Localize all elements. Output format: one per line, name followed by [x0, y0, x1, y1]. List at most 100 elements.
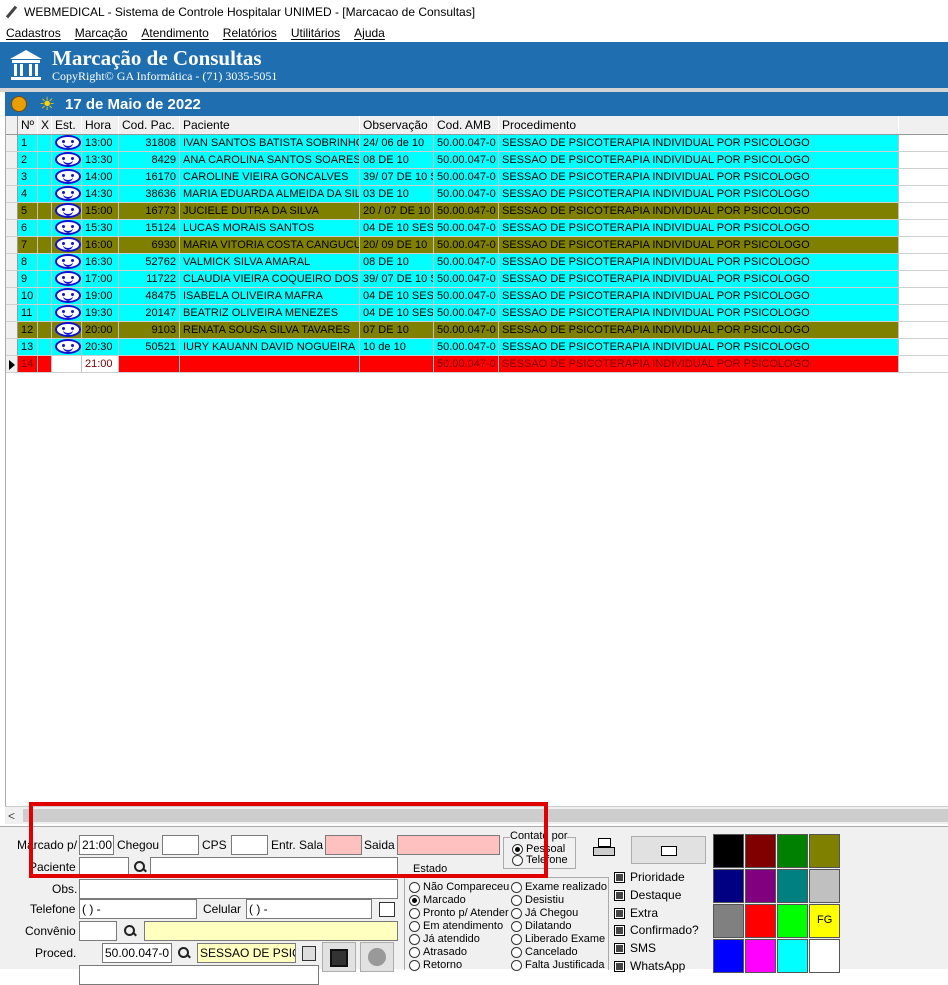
flag-checkbox[interactable]: Extra — [614, 906, 658, 920]
cell-x[interactable] — [38, 271, 52, 287]
cell-x[interactable] — [38, 203, 52, 219]
appointments-grid[interactable]: Nº X Est. Hora Cod. Pac. Paciente Observ… — [5, 116, 948, 806]
saida-input[interactable] — [397, 835, 500, 855]
cell-numero[interactable]: 13 — [18, 339, 38, 355]
color-swatch[interactable] — [777, 939, 808, 973]
convenio-name-input[interactable] — [144, 921, 398, 941]
cell-numero[interactable]: 1 — [18, 135, 38, 151]
estado-radio[interactable]: Marcado — [409, 894, 466, 906]
cell-cod-pac[interactable] — [119, 356, 180, 372]
row-indicator[interactable] — [6, 356, 18, 372]
color-swatch[interactable] — [745, 904, 776, 938]
color-swatch[interactable] — [809, 834, 840, 868]
cell-procedimento[interactable]: SESSAO DE PSICOTERAPIA INDIVIDUAL POR PS… — [499, 152, 899, 168]
estado-radio[interactable]: Cancelado — [511, 946, 578, 958]
cell-cod-amb[interactable]: 50.00.047-0 — [434, 169, 499, 185]
cell-hora[interactable]: 15:30 — [82, 220, 119, 236]
cell-hora[interactable]: 13:00 — [82, 135, 119, 151]
cell-observacao[interactable]: 10 de 10 — [360, 339, 434, 355]
cell-hora[interactable]: 20:00 — [82, 322, 119, 338]
cell-observacao[interactable]: 04 DE 10 SES — [360, 305, 434, 321]
table-row[interactable]: 2 13:30 8429 ANA CAROLINA SANTOS SOARES 08 D… — [6, 152, 948, 169]
cell-numero[interactable]: 14 — [18, 356, 38, 372]
cell-estado[interactable] — [52, 356, 82, 372]
cell-procedimento[interactable]: SESSAO DE PSICOTERAPIA INDIVIDUAL POR PS… — [499, 135, 899, 151]
cell-cod-pac[interactable]: 48475 — [119, 288, 180, 304]
cell-cod-pac[interactable]: 6930 — [119, 237, 180, 253]
cell-cod-amb[interactable]: 50.00.047-0 — [434, 322, 499, 338]
color-swatch[interactable] — [777, 834, 808, 868]
cell-hora[interactable]: 20:30 — [82, 339, 119, 355]
cell-numero[interactable]: 3 — [18, 169, 38, 185]
cell-paciente[interactable]: CAROLINE VIEIRA GONCALVES — [180, 169, 360, 185]
cell-estado[interactable] — [52, 169, 82, 185]
table-row[interactable]: 5 15:00 16773 JUCIELE DUTRA DA SILVA 20 / 07… — [6, 203, 948, 220]
cell-x[interactable] — [38, 288, 52, 304]
color-swatch[interactable] — [713, 904, 744, 938]
paciente-code-input[interactable] — [79, 857, 129, 877]
convenio-code-input[interactable] — [79, 921, 117, 941]
cell-observacao[interactable]: 20 / 07 DE 10 — [360, 203, 434, 219]
cell-numero[interactable]: 11 — [18, 305, 38, 321]
estado-radio[interactable]: Falta Justificada — [511, 959, 604, 971]
cell-procedimento[interactable]: SESSAO DE PSICOTERAPIA INDIVIDUAL POR PS… — [499, 305, 899, 321]
cell-estado[interactable] — [52, 288, 82, 304]
cell-numero[interactable]: 7 — [18, 237, 38, 253]
cell-procedimento[interactable]: SESSAO DE PSICOTERAPIA INDIVIDUAL POR PS… — [499, 271, 899, 287]
entr-sala-input[interactable] — [325, 835, 362, 855]
cell-estado[interactable] — [52, 339, 82, 355]
copy-icon[interactable] — [302, 946, 316, 961]
cell-procedimento[interactable]: SESSAO DE PSICOTERAPIA INDIVIDUAL POR PS… — [499, 169, 899, 185]
cell-cod-pac[interactable]: 16773 — [119, 203, 180, 219]
col-cod-pac[interactable]: Cod. Pac. — [119, 116, 180, 134]
cell-paciente[interactable]: RENATA SOUSA SILVA TAVARES — [180, 322, 360, 338]
cell-numero[interactable]: 10 — [18, 288, 38, 304]
menu-marcacao[interactable]: Marcação — [75, 26, 128, 40]
col-x[interactable]: X — [38, 116, 52, 134]
cell-observacao[interactable]: 04 DE 10 SESS — [360, 288, 434, 304]
cell-estado[interactable] — [52, 271, 82, 287]
message-button[interactable] — [631, 836, 706, 864]
cell-numero[interactable]: 12 — [18, 322, 38, 338]
estado-radio[interactable]: Liberado Exame — [511, 933, 605, 945]
scroll-left-icon[interactable]: < — [8, 809, 15, 823]
cell-cod-pac[interactable]: 52762 — [119, 254, 180, 270]
cell-cod-pac[interactable]: 31808 — [119, 135, 180, 151]
table-row[interactable]: 1 13:00 31808 IVAN SANTOS BATISTA SOBRINHO 2… — [6, 135, 948, 152]
col-cod-amb[interactable]: Cod. AMB — [434, 116, 499, 134]
flag-checkbox[interactable]: SMS — [614, 941, 656, 955]
cell-observacao[interactable]: 24/ 06 de 10 — [360, 135, 434, 151]
color-swatch[interactable] — [745, 939, 776, 973]
estado-radio[interactable]: Desistiu — [511, 894, 564, 906]
cell-cod-amb[interactable]: 50.00.047-0 — [434, 288, 499, 304]
color-swatch[interactable] — [809, 939, 840, 973]
cell-paciente[interactable]: JUCIELE DUTRA DA SILVA — [180, 203, 360, 219]
row-indicator[interactable] — [6, 237, 18, 253]
cell-cod-amb[interactable]: 50.00.047-0 — [434, 186, 499, 202]
cell-paciente[interactable]: LUCAS MORAIS SANTOS — [180, 220, 360, 236]
cell-paciente[interactable]: IURY KAUANN DAVID NOGUEIRA — [180, 339, 360, 355]
printer-icon[interactable] — [593, 838, 617, 860]
cell-cod-amb[interactable]: 50.00.047-0 — [434, 220, 499, 236]
cell-hora[interactable]: 15:00 — [82, 203, 119, 219]
table-row[interactable]: 3 14:00 16170 CAROLINE VIEIRA GONCALVES 39/ … — [6, 169, 948, 186]
cell-x[interactable] — [38, 237, 52, 253]
cell-cod-pac[interactable]: 20147 — [119, 305, 180, 321]
table-row[interactable]: 13 20:30 50521 IURY KAUANN DAVID NOGUEIRA 10… — [6, 339, 948, 356]
horizontal-scrollbar[interactable]: < — [5, 806, 948, 824]
menu-utilitarios[interactable]: Utilitários — [291, 26, 340, 40]
cell-x[interactable] — [38, 186, 52, 202]
cell-hora[interactable]: 19:30 — [82, 305, 119, 321]
cell-numero[interactable]: 9 — [18, 271, 38, 287]
cell-procedimento[interactable]: SESSAO DE PSICOTERAPIA INDIVIDUAL POR PS… — [499, 339, 899, 355]
estado-radio[interactable]: Em atendimento — [409, 920, 503, 932]
color-swatch[interactable] — [713, 939, 744, 973]
color-swatch[interactable] — [809, 869, 840, 903]
cell-hora[interactable]: 19:00 — [82, 288, 119, 304]
table-row[interactable]: 12 20:00 9103 RENATA SOUSA SILVA TAVARES 07 … — [6, 322, 948, 339]
cell-estado[interactable] — [52, 322, 82, 338]
table-row[interactable]: 14 21:00 50.00.047-0 SESSAO DE PSICOTERAPIA… — [6, 356, 948, 373]
col-hora[interactable]: Hora — [82, 116, 119, 134]
cell-estado[interactable] — [52, 135, 82, 151]
cell-procedimento[interactable]: SESSAO DE PSICOTERAPIA INDIVIDUAL POR PS… — [499, 288, 899, 304]
